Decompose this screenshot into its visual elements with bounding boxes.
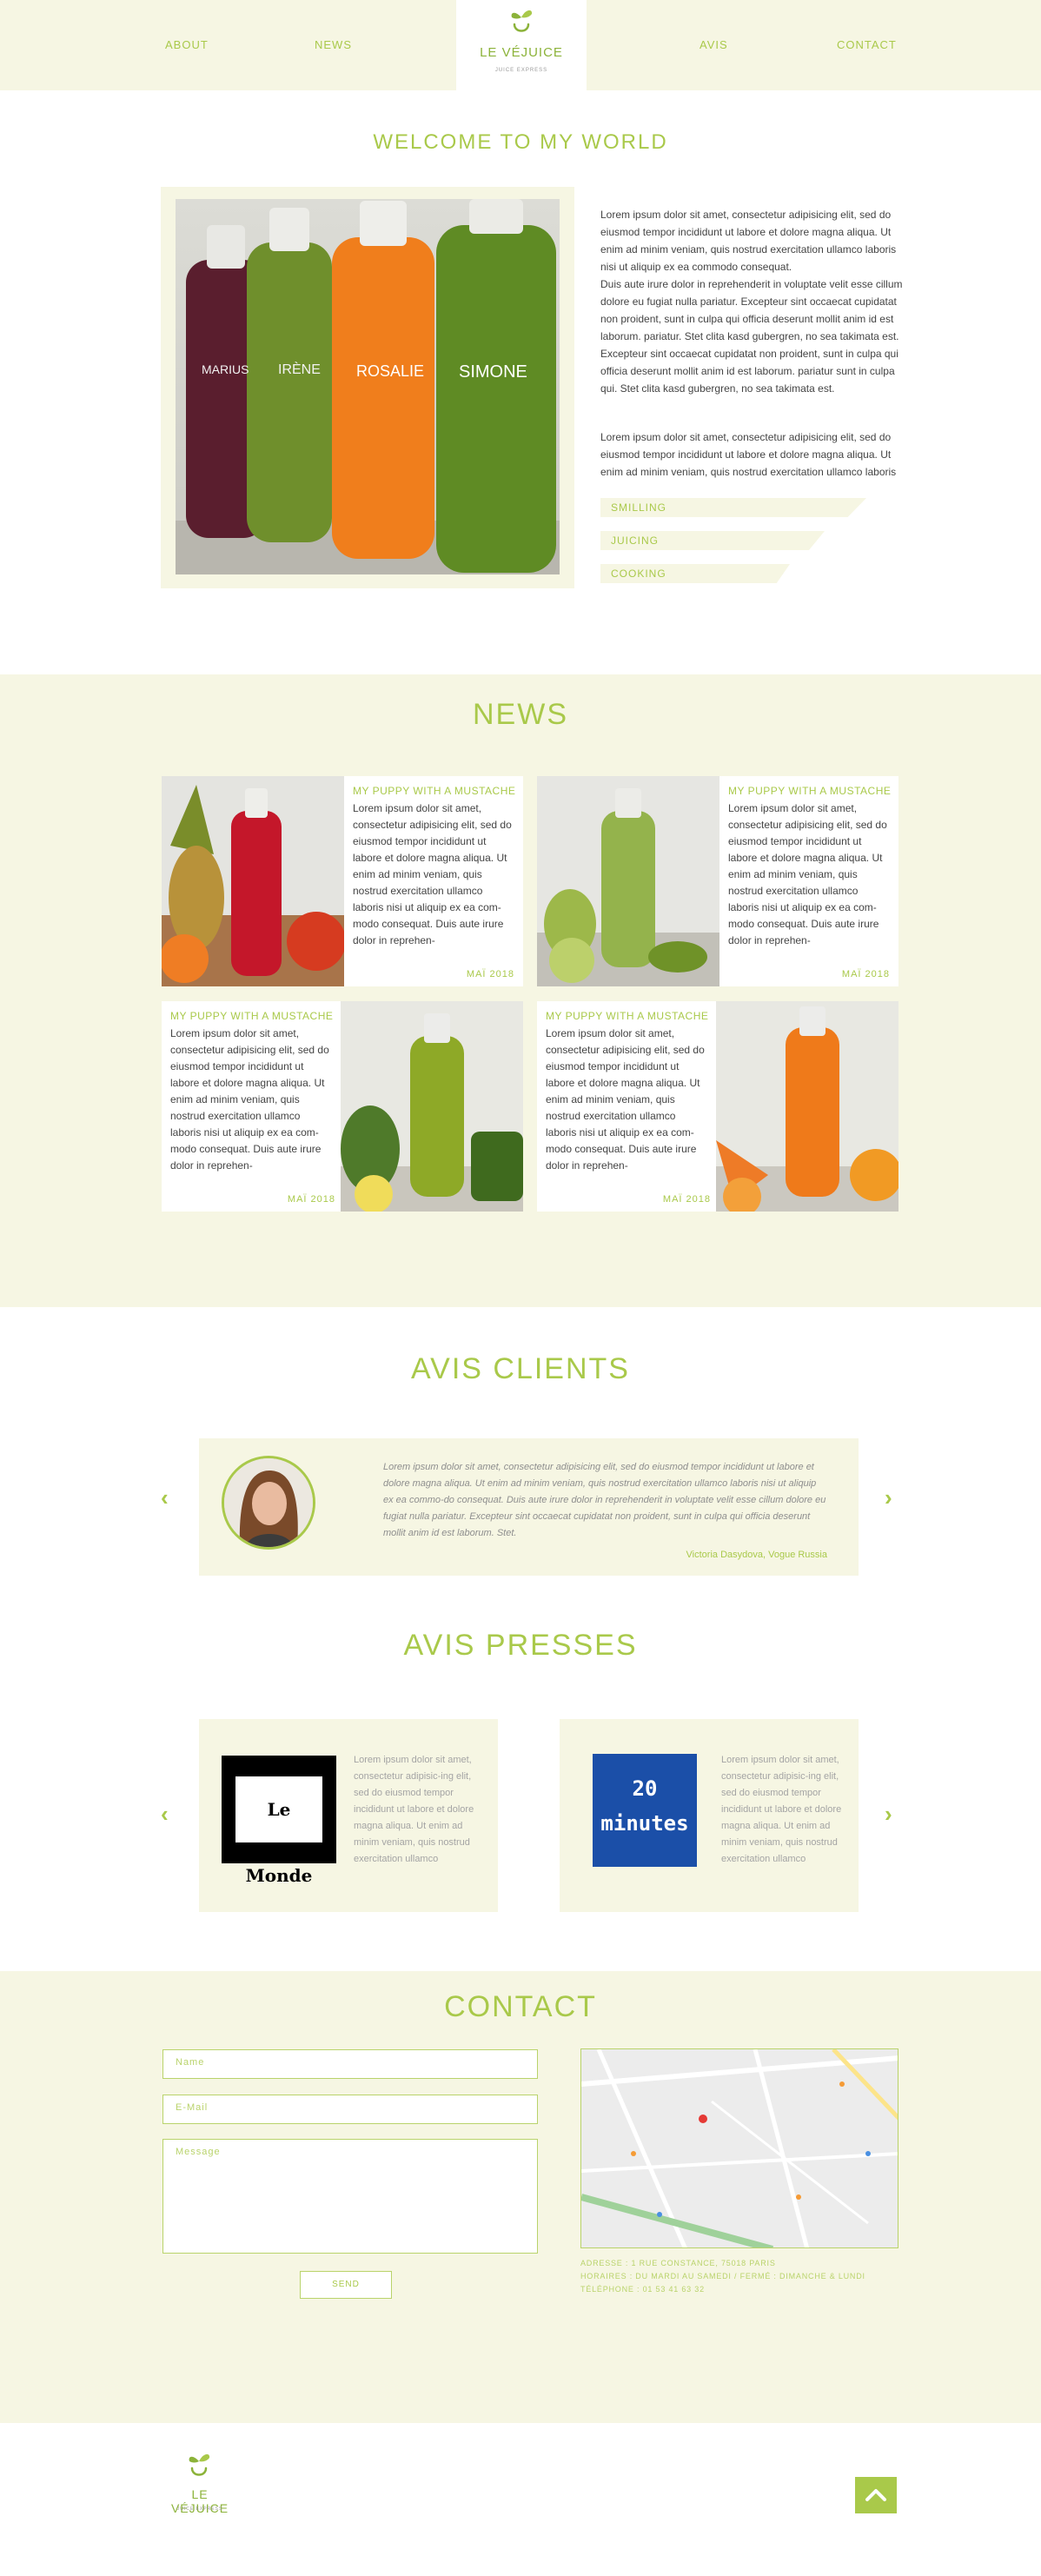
le-monde-logo-text: Le Monde [235, 1776, 322, 1886]
back-to-top-button[interactable] [855, 2477, 897, 2513]
skill-bar-cooking: COOKING [600, 564, 790, 583]
footer-brand-tagline: JUICE EXPRESS [176, 2506, 223, 2512]
testimonial-quote: Lorem ipsum dolor sit amet, consectetur … [383, 1462, 826, 1538]
leaf-logo-icon [511, 10, 533, 32]
news-text: Lorem ipsum dolor sit amet, consectetur … [170, 1027, 329, 1172]
bottle-label-irene: IRÈNE [278, 362, 321, 377]
news-body: MY PUPPY WITH A MUSTACHE Lorem ipsum dol… [344, 776, 523, 986]
news-text: Lorem ipsum dolor sit amet, consectetur … [546, 1027, 705, 1172]
chevron-left-icon[interactable]: ‹ [161, 1484, 169, 1511]
bottle-label-simone: SIMONE [459, 362, 527, 382]
nav-news[interactable]: NEWS [315, 38, 352, 51]
welcome-photo: MARIUS IRÈNE ROSALIE SIMONE [176, 199, 560, 574]
brand-name: LE VÉJUICE [480, 45, 563, 60]
email-placeholder: E-Mail [176, 2102, 209, 2113]
contact-hours: HORAIRES : DU MARDI AU SAMEDI / FERMÉ : … [580, 2272, 865, 2281]
welcome-paragraph-1: Lorem ipsum dolor sit amet, consectetur … [600, 209, 897, 273]
welcome-paragraph-2: Duis aute irure dolor in reprehenderit i… [600, 278, 903, 395]
contact-address: ADRESSE : 1 RUE CONSTANCE, 75018 PARIS [580, 2259, 776, 2267]
news-body: MY PUPPY WITH A MUSTACHE Lorem ipsum dol… [537, 1001, 716, 1212]
map[interactable] [580, 2048, 898, 2248]
news-card[interactable]: MY PUPPY WITH A MUSTACHE Lorem ipsum dol… [537, 1001, 898, 1212]
skill-bar-smilling: SMILLING [600, 498, 866, 517]
testimonial-author: Victoria Dasydova, Vogue Russia [686, 1550, 827, 1560]
news-headline: MY PUPPY WITH A MUSTACHE [170, 1010, 334, 1022]
skill-bar-juicing: JUICING [600, 531, 825, 550]
press-text: Lorem ipsum dolor sit amet, consectetur … [721, 1755, 842, 1864]
message-placeholder: Message [176, 2147, 221, 2157]
news-date: MAÏ 2018 [466, 969, 514, 979]
brand-tagline: JUICE EXPRESS [494, 68, 548, 73]
welcome-paragraph-3: Lorem ipsum dolor sit amet, consectetur … [600, 431, 897, 478]
news-text: Lorem ipsum dolor sit amet, consectetur … [728, 802, 887, 946]
news-section [0, 674, 1041, 1307]
email-field[interactable]: E-Mail [162, 2095, 538, 2124]
message-field[interactable]: Message [162, 2139, 538, 2254]
news-body: MY PUPPY WITH A MUSTACHE Lorem ipsum dol… [719, 776, 898, 986]
clients-title: AVIS CLIENTS [411, 1352, 630, 1385]
news-headline: MY PUPPY WITH A MUSTACHE [353, 785, 516, 797]
footer-logo[interactable]: LE VÉJUICE JUICE EXPRESS [165, 2451, 252, 2520]
news-date: MAÏ 2018 [287, 1194, 335, 1205]
name-field[interactable]: Name [162, 2049, 538, 2079]
news-date: MAÏ 2018 [841, 969, 890, 979]
press-card: Le Monde Lorem ipsum dolor sit amet, con… [199, 1719, 498, 1912]
bottle-label-marius: MARIUS [202, 362, 249, 376]
20-minutes-logo: 20 minutes [593, 1754, 697, 1867]
news-image [537, 776, 719, 986]
news-body: MY PUPPY WITH A MUSTACHE Lorem ipsum dol… [162, 1001, 341, 1212]
chevron-up-icon [865, 2489, 886, 2501]
news-image [341, 1001, 523, 1212]
bottle-label-rosalie: ROSALIE [356, 362, 425, 380]
press-text: Lorem ipsum dolor sit amet, consectetur … [354, 1755, 474, 1864]
contact-phone: TÉLÉPHONE : 01 53 41 63 32 [580, 2285, 705, 2294]
news-text: Lorem ipsum dolor sit amet, consectetur … [353, 802, 512, 946]
press-card: 20 minutes Lorem ipsum dolor sit amet, c… [560, 1719, 859, 1912]
news-image [716, 1001, 898, 1212]
name-placeholder: Name [176, 2057, 205, 2068]
news-image [162, 776, 344, 986]
news-title: NEWS [473, 698, 568, 731]
news-card[interactable]: MY PUPPY WITH A MUSTACHE Lorem ipsum dol… [162, 776, 523, 986]
chevron-left-icon[interactable]: ‹ [161, 1801, 169, 1828]
le-monde-logo: Le Monde [222, 1756, 336, 1886]
chevron-right-icon[interactable]: › [885, 1801, 892, 1828]
leaf-logo-icon [189, 2453, 210, 2476]
nav-about[interactable]: ABOUT [165, 38, 209, 51]
logo[interactable]: LE VÉJUICE JUICE EXPRESS [456, 0, 587, 90]
news-card[interactable]: MY PUPPY WITH A MUSTACHE Lorem ipsum dol… [162, 1001, 523, 1212]
nav-contact[interactable]: CONTACT [837, 38, 897, 51]
welcome-title: WELCOME TO MY WORLD [373, 130, 668, 154]
news-headline: MY PUPPY WITH A MUSTACHE [728, 785, 892, 797]
contact-title: CONTACT [444, 1990, 597, 2023]
news-headline: MY PUPPY WITH A MUSTACHE [546, 1010, 709, 1022]
chevron-right-icon[interactable]: › [885, 1484, 892, 1511]
news-card[interactable]: MY PUPPY WITH A MUSTACHE Lorem ipsum dol… [537, 776, 898, 986]
send-button[interactable]: SEND [300, 2271, 392, 2299]
presses-title: AVIS PRESSES [403, 1629, 638, 1662]
news-date: MAÏ 2018 [662, 1194, 711, 1205]
nav-avis[interactable]: AVIS [700, 38, 728, 51]
avatar [222, 1456, 315, 1550]
20-minutes-logo-text: 20 minutes [600, 1776, 689, 1836]
